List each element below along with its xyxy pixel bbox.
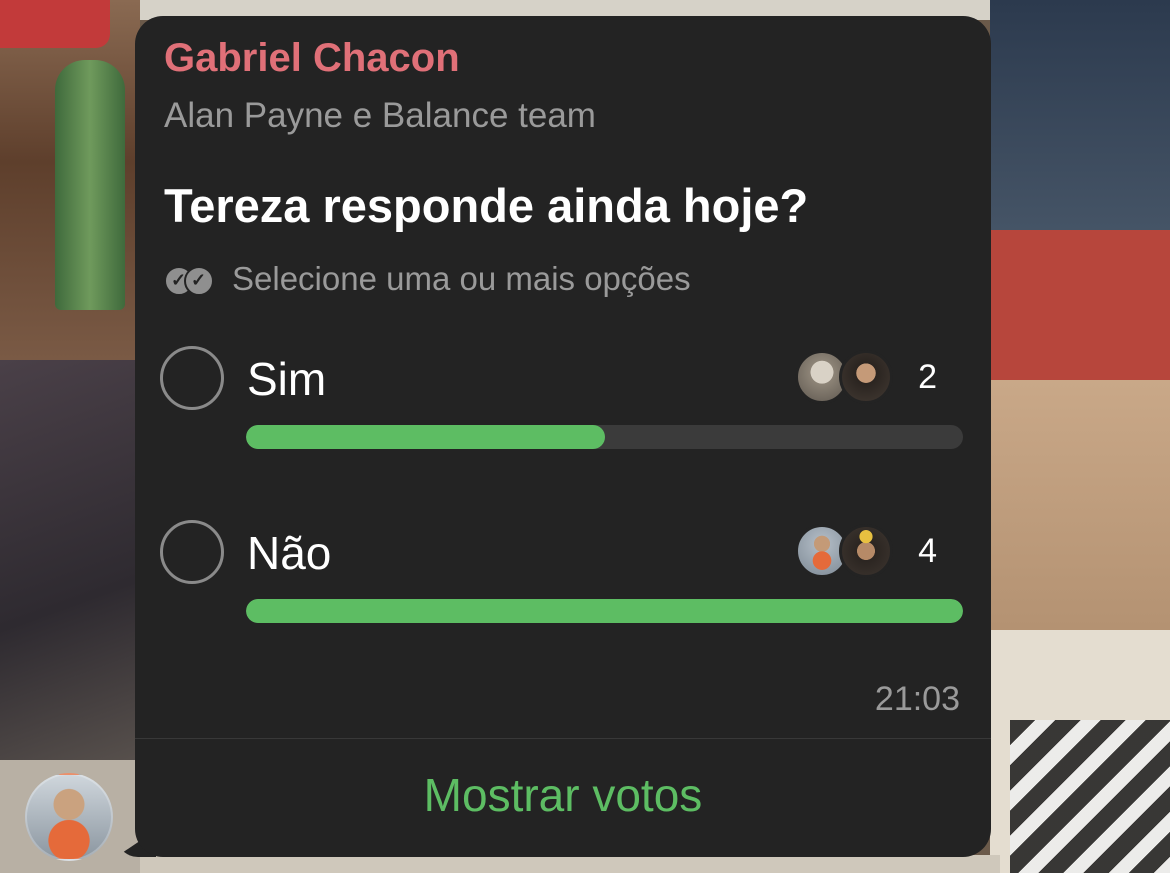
divider <box>135 738 991 739</box>
poll-option-nao[interactable]: Não 4 <box>160 520 965 640</box>
poll-option-label: Não <box>247 527 332 579</box>
message-timestamp: 21:03 <box>874 680 960 718</box>
sender-avatar[interactable] <box>25 773 113 861</box>
voter-avatars[interactable] <box>793 350 893 406</box>
wallpaper-panel <box>990 230 1170 380</box>
vote-bar-fill <box>246 425 605 449</box>
vote-bar-track <box>246 425 963 449</box>
wallpaper-cactus <box>55 60 125 310</box>
vote-bar-fill <box>246 599 963 623</box>
wallpaper-panel <box>1010 720 1170 873</box>
radio-button[interactable] <box>160 520 224 584</box>
sender-name[interactable]: Gabriel Chacon <box>164 36 460 81</box>
wallpaper-panel <box>990 380 1170 630</box>
poll-option-sim[interactable]: Sim 2 <box>160 346 965 466</box>
show-votes-button[interactable]: Mostrar votos <box>135 768 991 822</box>
vote-bar-track <box>246 599 963 623</box>
vote-count: 2 <box>918 358 937 396</box>
voter-avatar <box>839 350 893 404</box>
wallpaper-panel <box>990 0 1170 230</box>
wallpaper-panel <box>0 360 140 760</box>
radio-button[interactable] <box>160 346 224 410</box>
double-check-icon: ✓ ✓ <box>164 263 216 296</box>
wallpaper-sign <box>0 0 110 48</box>
poll-option-label: Sim <box>247 353 327 405</box>
poll-message-bubble: Gabriel Chacon Alan Payne e Balance team… <box>135 16 991 857</box>
voter-avatars[interactable] <box>793 524 893 580</box>
poll-participants: Alan Payne e Balance team <box>164 96 596 135</box>
voter-avatar <box>839 524 893 578</box>
poll-question: Tereza responde ainda hoje? <box>164 179 809 232</box>
poll-hint: Selecione uma ou mais opções <box>232 260 691 297</box>
poll-hint-row: ✓ ✓ Selecione uma ou mais opções <box>164 260 691 298</box>
wallpaper-panel <box>140 855 1000 873</box>
vote-count: 4 <box>918 532 937 570</box>
